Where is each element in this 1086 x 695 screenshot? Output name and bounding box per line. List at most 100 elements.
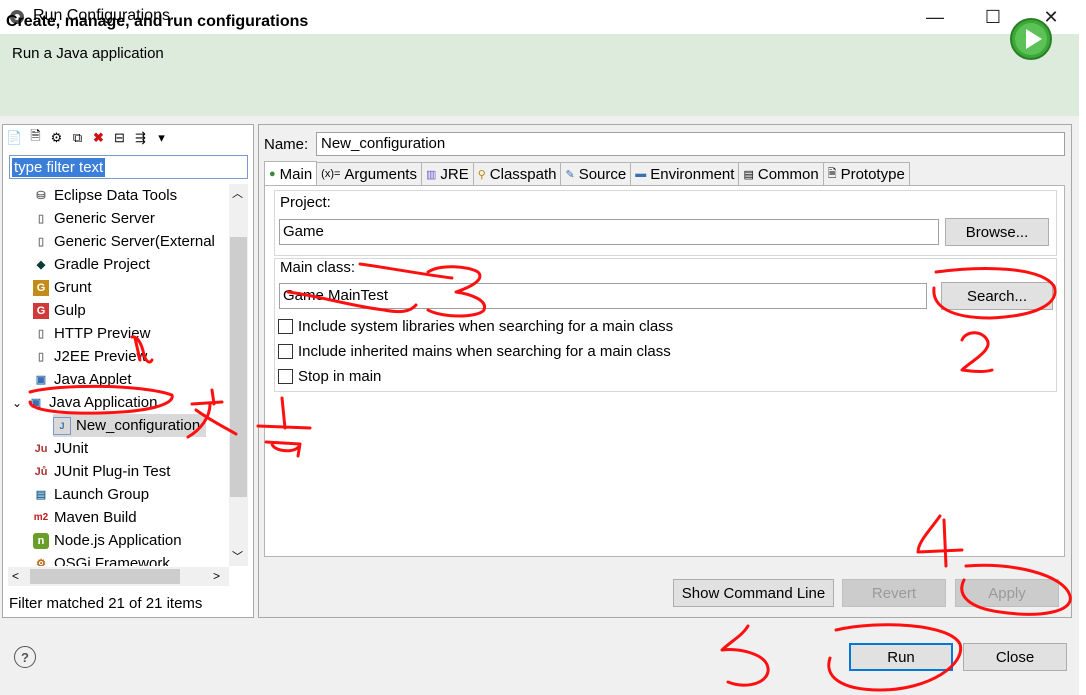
- banner-subtitle: Run a Java application: [12, 45, 164, 62]
- tree-item[interactable]: Ju JUnit: [33, 437, 89, 460]
- tree-item[interactable]: ⛁ Eclipse Data Tools: [33, 184, 177, 207]
- scroll-right-icon[interactable]: >: [213, 569, 220, 583]
- tab-label: Arguments: [344, 165, 417, 183]
- tab-label: Classpath: [489, 165, 557, 183]
- tree-item-label: Generic Server(External: [54, 233, 215, 250]
- tree-item[interactable]: ◆ Gradle Project: [33, 253, 150, 276]
- tree-item[interactable]: n Node.js Application: [33, 529, 182, 552]
- number-five-mark: [720, 624, 770, 687]
- tree-item-label: JUnit Plug-in Test: [54, 463, 171, 480]
- tree-item-label: New_configuration: [76, 417, 201, 434]
- filter-status: Filter matched 21 of 21 items: [9, 595, 203, 612]
- tab-common[interactable]: ▤ Common: [738, 162, 824, 185]
- tree-item[interactable]: G Gulp: [33, 299, 86, 322]
- tab-arguments[interactable]: (x)= Arguments: [316, 162, 422, 185]
- new-configuration-icon[interactable]: 📄: [6, 130, 23, 147]
- java-config-icon: J: [53, 416, 71, 435]
- run-icon: [1010, 18, 1052, 60]
- stop-in-main-option[interactable]: Stop in main: [278, 368, 381, 385]
- expand-chevron-icon[interactable]: ⌄: [12, 396, 28, 410]
- revert-button[interactable]: Revert: [842, 579, 946, 607]
- checkbox[interactable]: [278, 319, 293, 334]
- include-system-libraries-option[interactable]: Include system libraries when searching …: [278, 318, 673, 335]
- new-prototype-icon[interactable]: 🗎: [27, 128, 44, 147]
- nodejs-icon: n: [33, 532, 49, 549]
- export-icon[interactable]: ⚙: [48, 130, 65, 147]
- tree-item[interactable]: ▯ HTTP Preview: [33, 322, 150, 345]
- collapse-all-icon[interactable]: ⊟: [111, 130, 128, 147]
- junit-icon: Ju: [34, 442, 48, 455]
- name-label: Name:: [264, 136, 309, 153]
- tree-item-label: Java Application: [49, 394, 158, 411]
- tab-environment[interactable]: ▬ Environment: [630, 162, 740, 185]
- tree-item-java-application[interactable]: ⌄ ▣ Java Application: [12, 391, 157, 414]
- banner-title: Create, manage, and run configurations: [6, 13, 309, 30]
- help-icon[interactable]: ?: [14, 646, 36, 668]
- server-icon: ▯: [37, 328, 45, 340]
- tree-item[interactable]: Jů JUnit Plug-in Test: [33, 460, 171, 483]
- gradle-icon: ◆: [36, 259, 46, 271]
- checkbox-label: Include system libraries when searching …: [298, 318, 674, 335]
- tab-main[interactable]: ● Main: [264, 161, 318, 186]
- tab-source[interactable]: ✎ Source: [560, 162, 632, 185]
- main-class-label: Main class:: [280, 259, 356, 276]
- include-inherited-mains-option[interactable]: Include inherited mains when searching f…: [278, 343, 671, 360]
- filter-input[interactable]: type filter text: [9, 155, 248, 179]
- tree-item-label: Maven Build: [54, 509, 137, 526]
- tree-item[interactable]: ▯ J2EE Preview: [33, 345, 147, 368]
- minimize-button[interactable]: —: [912, 0, 958, 34]
- tree-item[interactable]: ⚙ OSGi Framework: [33, 552, 170, 566]
- tree-item-label: JUnit: [54, 440, 89, 457]
- source-icon: ✎: [565, 168, 575, 181]
- show-command-line-button[interactable]: Show Command Line: [673, 579, 834, 607]
- close-button[interactable]: Close: [963, 643, 1067, 671]
- tab-label: Main: [279, 165, 313, 183]
- checkbox-label: Stop in main: [298, 368, 382, 385]
- scroll-down-icon[interactable]: ﹀: [232, 548, 243, 564]
- scroll-up-icon[interactable]: ︿: [232, 185, 243, 201]
- tab-label: Common: [757, 165, 819, 183]
- tab-prototype[interactable]: 🗎 Prototype: [822, 162, 910, 185]
- tree-item-label: OSGi Framework: [54, 555, 170, 566]
- tree-item[interactable]: m2 Maven Build: [33, 506, 137, 529]
- name-input[interactable]: New_configuration: [316, 132, 1065, 156]
- chevron-down-icon[interactable]: ▾: [153, 130, 170, 147]
- search-button[interactable]: Search...: [941, 282, 1053, 310]
- checkbox[interactable]: [278, 344, 293, 359]
- tree-item[interactable]: G Grunt: [33, 276, 92, 299]
- jre-icon: ▥: [425, 168, 437, 181]
- tree-hscroll-thumb[interactable]: [30, 569, 180, 584]
- tab-classpath[interactable]: ⚲ Classpath: [472, 162, 562, 185]
- tree-item[interactable]: ▣ Java Applet: [33, 368, 132, 391]
- project-input[interactable]: Game: [279, 219, 939, 245]
- project-label: Project:: [280, 194, 331, 211]
- tree-toolbar: 📄 🗎 ⚙ ⧉ ✖ ⊟ ⇶ ▾: [6, 128, 170, 148]
- tree-item[interactable]: ▯ Generic Server(External: [33, 230, 215, 253]
- main-class-input[interactable]: Game.MainTest: [279, 283, 927, 309]
- tree-item-label: Eclipse Data Tools: [54, 187, 178, 204]
- tab-label: Prototype: [840, 165, 905, 183]
- apply-button[interactable]: Apply: [955, 579, 1059, 607]
- tree-item[interactable]: ▤ Launch Group: [33, 483, 149, 506]
- tree-item-label: Java Applet: [54, 371, 132, 388]
- tree-item-label: Launch Group: [54, 486, 150, 503]
- tree-item-selected[interactable]: J New_configuration: [53, 414, 207, 437]
- filter-menu-icon[interactable]: ⇶: [132, 130, 149, 147]
- tree-scroll-thumb[interactable]: [230, 237, 247, 497]
- grunt-icon: G: [33, 279, 49, 296]
- tree-item[interactable]: ▯ Generic Server: [33, 207, 155, 230]
- checkbox[interactable]: [278, 369, 293, 384]
- duplicate-icon[interactable]: ⧉: [69, 130, 86, 147]
- tree-item-label: Gradle Project: [54, 256, 150, 273]
- main-tab-icon: ●: [269, 168, 276, 180]
- arguments-icon: (x)=: [321, 168, 341, 180]
- browse-button[interactable]: Browse...: [945, 218, 1049, 246]
- applet-icon: ▣: [35, 374, 47, 386]
- tab-jre[interactable]: ▥ JRE: [420, 162, 474, 185]
- scroll-left-icon[interactable]: <: [12, 569, 19, 583]
- run-button[interactable]: Run: [849, 643, 953, 671]
- database-icon: ⛁: [36, 190, 46, 202]
- delete-icon[interactable]: ✖: [90, 130, 107, 147]
- common-icon: ▤: [743, 168, 754, 181]
- configuration-tree: ⛁ Eclipse Data Tools ▯ Generic Server ▯ Gen…: [8, 184, 228, 566]
